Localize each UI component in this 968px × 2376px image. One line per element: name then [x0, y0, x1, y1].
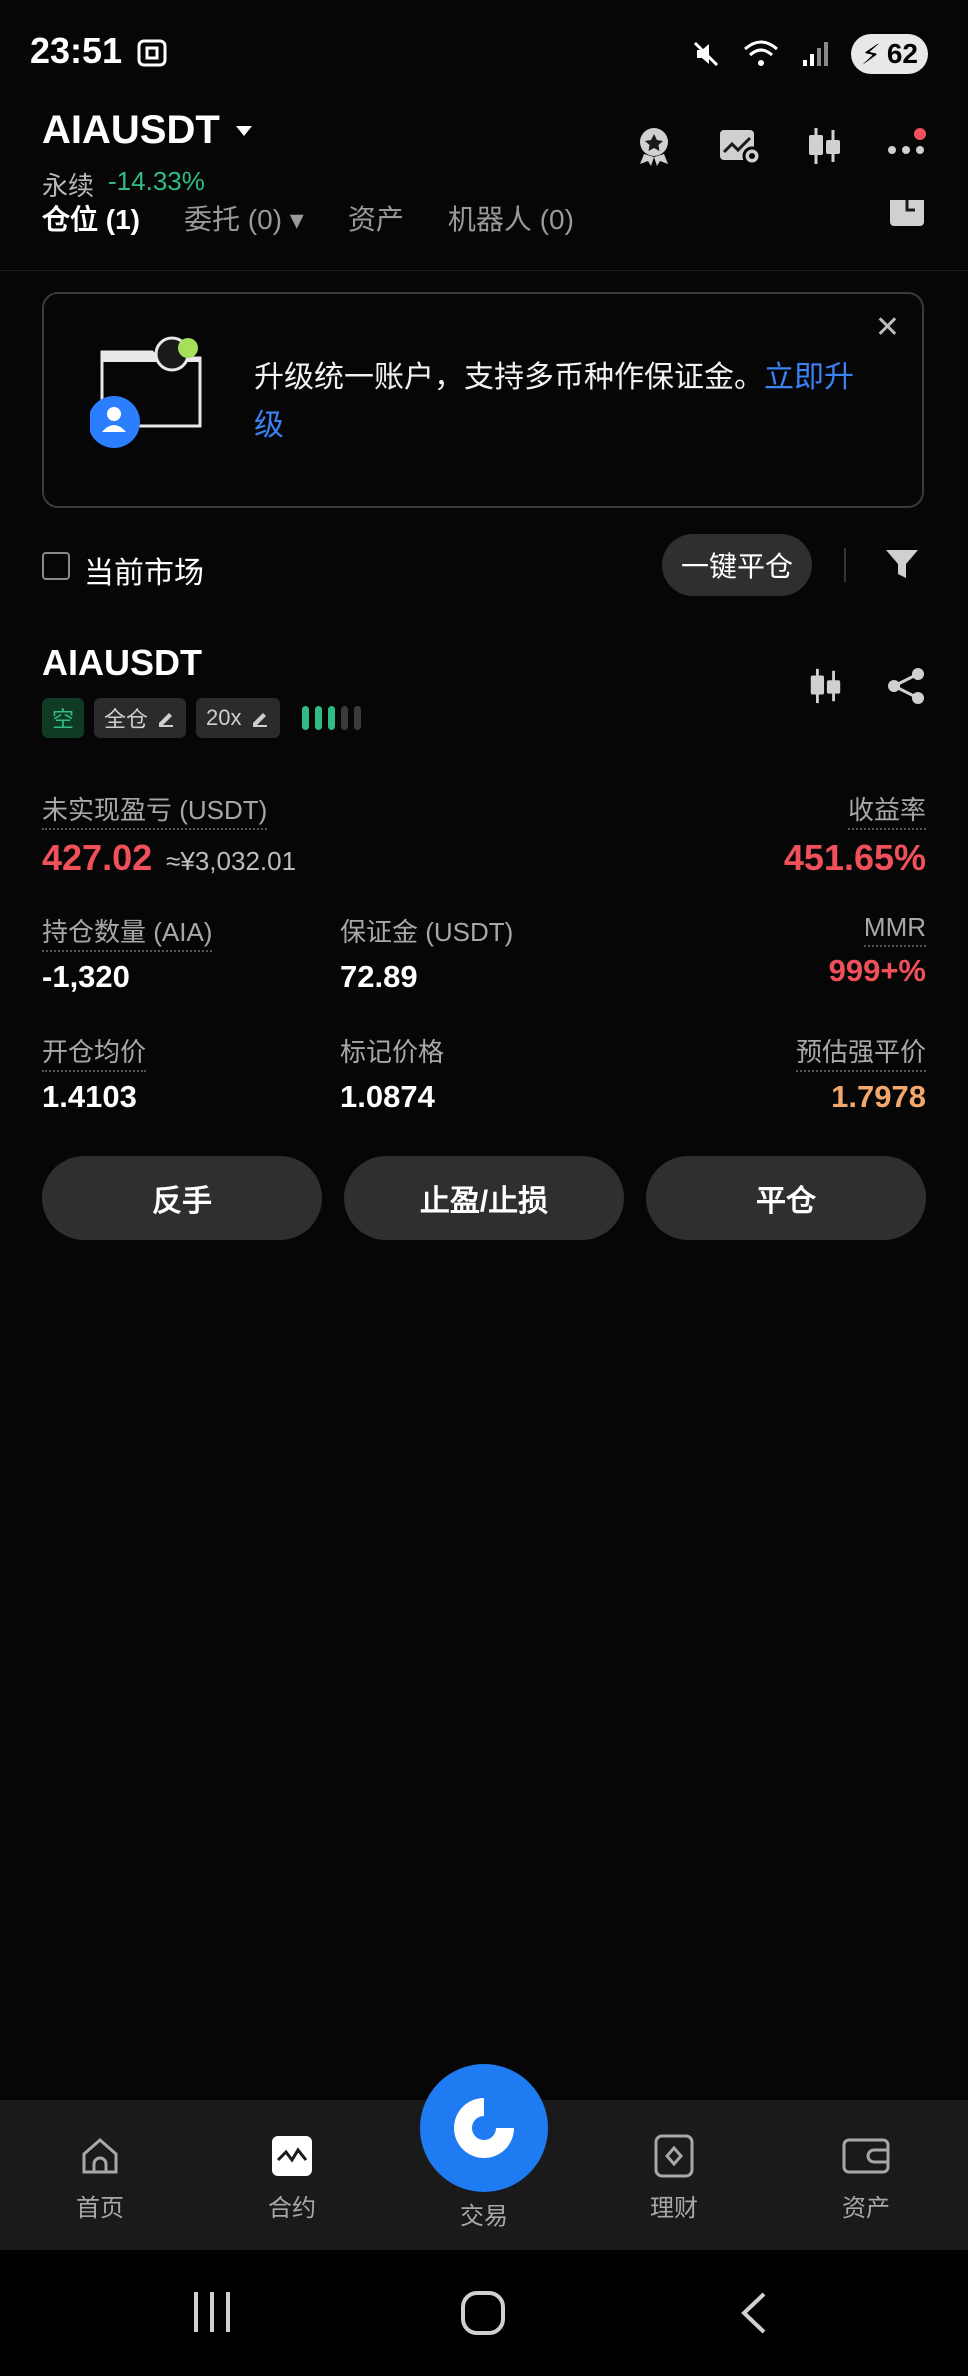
history-icon[interactable] — [888, 200, 926, 236]
trade-icon — [454, 2098, 514, 2158]
mmr-block: MMR 999+% — [829, 912, 926, 989]
unrealized-pnl-label[interactable]: 未实现盈亏 (USDT) — [42, 795, 268, 830]
tabs-divider — [0, 270, 968, 271]
back-icon[interactable] — [736, 2290, 772, 2336]
mark-value: 1.0874 — [340, 1079, 435, 1114]
battery-saver-icon: ⚡ — [861, 38, 881, 70]
current-market-checkbox[interactable] — [42, 552, 70, 580]
tab-assets[interactable]: 资产 — [348, 198, 404, 238]
wifi-icon — [744, 40, 779, 66]
unified-account-icon — [88, 334, 210, 459]
tab-orders[interactable]: 委托 (0) ▾ — [184, 198, 304, 238]
home-button-icon[interactable] — [460, 2290, 506, 2336]
status-time: 23:51 — [30, 30, 123, 71]
candlestick-icon[interactable] — [806, 666, 844, 706]
recents-icon[interactable] — [190, 2290, 234, 2334]
upgrade-banner: 升级统一账户，支持多币种作保证金。立即升级 ✕ — [42, 292, 924, 508]
liq-label[interactable]: 预估强平价 — [795, 1037, 926, 1072]
unrealized-pnl-cny: ≈¥3,032.01 — [166, 846, 297, 876]
home-icon — [82, 2138, 118, 2174]
edit-icon — [252, 713, 267, 727]
roe-value: 451.65% — [783, 837, 926, 878]
mute-icon — [694, 41, 719, 67]
mmr-label[interactable]: MMR — [863, 912, 926, 947]
side-tag: 空 — [42, 698, 85, 738]
size-block: 持仓数量 (AIA) -1,320 — [42, 912, 213, 995]
unrealized-pnl-value: 427.02 — [42, 837, 153, 878]
tab-bots[interactable]: 机器人 (0) — [448, 198, 574, 238]
liq-value: 1.7978 — [831, 1079, 926, 1114]
signal-icon — [803, 42, 829, 66]
size-label[interactable]: 持仓数量 (AIA) — [42, 917, 213, 952]
entry-value: 1.4103 — [42, 1079, 137, 1114]
size-value: -1,320 — [42, 959, 130, 994]
risk-bar — [314, 706, 322, 730]
entry-block: 开仓均价 1.4103 — [42, 1032, 147, 1115]
status-icons: ⚡ 62 — [691, 34, 928, 74]
more-icon[interactable] — [886, 126, 926, 166]
nav-trade[interactable] — [420, 2064, 548, 2192]
close-all-button[interactable]: 一键平仓 — [662, 534, 812, 596]
liq-block: 预估强平价 1.7978 — [795, 1032, 926, 1115]
share-icon[interactable] — [886, 666, 926, 706]
nav-home[interactable]: 首页 — [40, 2134, 160, 2223]
risk-bar — [340, 706, 348, 730]
position-actions — [806, 666, 926, 706]
symbol-title: AIAUSDT — [42, 108, 220, 152]
earn-icon — [654, 2134, 694, 2178]
close-position-button[interactable]: 平仓 — [646, 1156, 926, 1240]
screenshot-icon — [136, 38, 168, 73]
unrealized-pnl-block: 未实现盈亏 (USDT) 427.02 ≈¥3,032.01 — [42, 790, 296, 879]
margin-mode-tag[interactable]: 全仓 — [94, 698, 187, 738]
position-symbol[interactable]: AIAUSDT — [42, 642, 202, 684]
battery-indicator: ⚡ 62 — [851, 34, 928, 74]
reverse-button[interactable]: 反手 — [42, 1156, 322, 1240]
caret-down-icon — [235, 125, 252, 136]
margin-block: 保证金 (USDT) 72.89 — [340, 912, 513, 995]
filter-divider — [844, 548, 846, 582]
close-icon[interactable]: ✕ — [875, 310, 900, 345]
futures-icon — [272, 2136, 312, 2176]
current-market-label: 当前市场 — [84, 557, 204, 590]
entry-label[interactable]: 开仓均价 — [42, 1037, 147, 1072]
badge-icon[interactable] — [632, 124, 676, 168]
edit-icon — [159, 713, 174, 727]
roe-block: 收益率 451.65% — [784, 790, 926, 879]
position-tags: 空 全仓 20x — [42, 698, 361, 738]
risk-bar — [327, 706, 335, 730]
candlestick-icon[interactable] — [804, 126, 844, 166]
risk-bar — [353, 706, 361, 730]
banner-message: 升级统一账户，支持多币种作保证金。立即升级 — [254, 361, 854, 442]
symbol-selector[interactable]: AIAUSDT — [42, 108, 254, 153]
risk-level-indicator — [301, 706, 361, 730]
leverage-tag[interactable]: 20x — [196, 698, 280, 738]
roe-label[interactable]: 收益率 — [847, 795, 926, 830]
risk-bar — [301, 706, 309, 730]
tpsl-button[interactable]: 止盈/止损 — [344, 1156, 624, 1240]
filter-icon[interactable] — [882, 544, 922, 589]
system-nav — [0, 2250, 968, 2376]
position-tabs: 仓位 (1) 委托 (0) ▾ 资产 机器人 (0) — [42, 198, 574, 238]
mark-label: 标记价格 — [340, 1037, 445, 1067]
header-actions — [632, 124, 926, 168]
nav-trade-label: 交易 — [460, 2203, 508, 2230]
nav-assets[interactable]: 资产 — [806, 2134, 926, 2223]
margin-value: 72.89 — [340, 959, 418, 994]
margin-label: 保证金 (USDT) — [340, 917, 514, 947]
mmr-value: 999+% — [828, 953, 926, 988]
wallet-icon — [842, 2138, 890, 2174]
nav-earn[interactable]: 理财 — [614, 2134, 734, 2223]
chart-settings-icon[interactable] — [718, 126, 762, 166]
tab-positions[interactable]: 仓位 (1) — [42, 198, 140, 238]
mark-block: 标记价格 1.0874 — [340, 1032, 444, 1115]
nav-futures[interactable]: 合约 — [232, 2134, 352, 2223]
